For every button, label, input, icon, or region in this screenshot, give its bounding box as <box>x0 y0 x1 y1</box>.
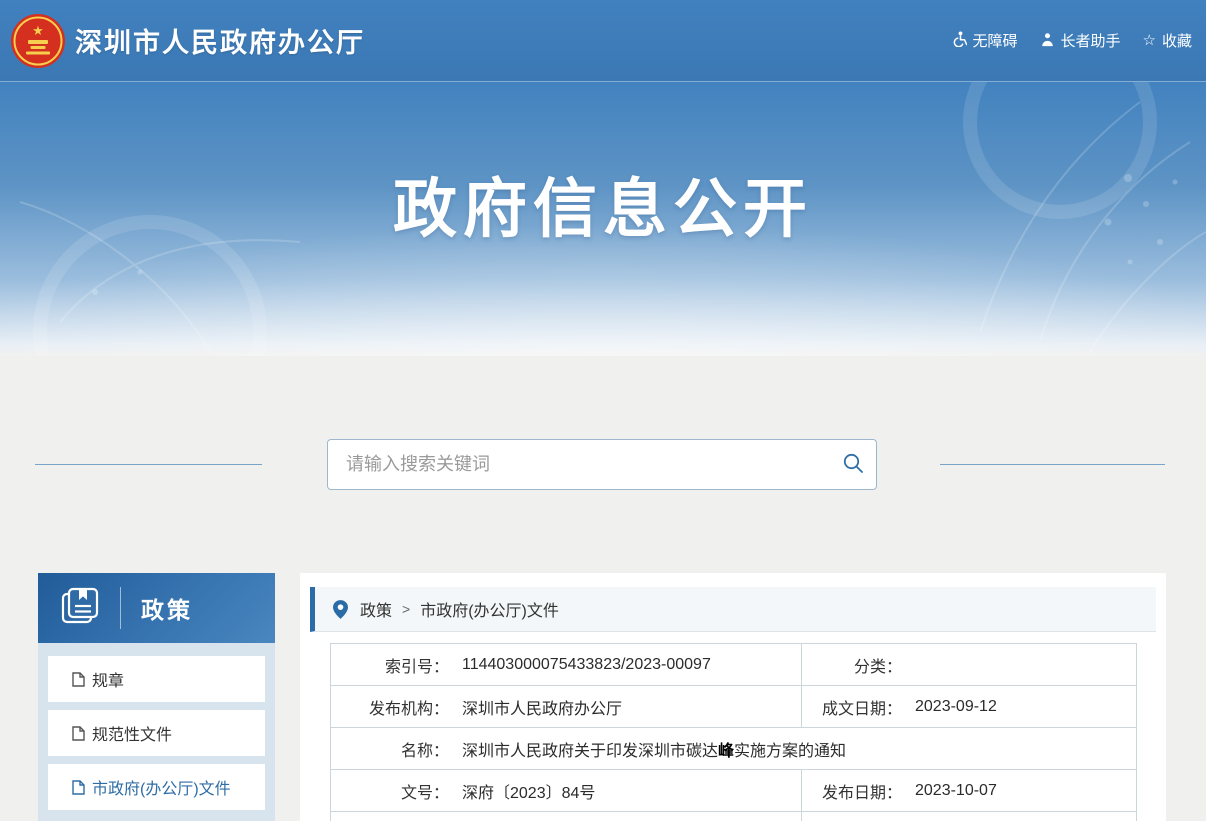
breadcrumb-item-municipal-documents[interactable]: 市政府(办公厅)文件 <box>420 597 559 621</box>
favorite-link[interactable]: ☆ 收藏 <box>1143 30 1192 51</box>
topbar: ★ 深圳市人民政府办公厅 无障碍 长者助 <box>0 0 1206 82</box>
document-icon <box>72 726 85 741</box>
topbar-links: 无障碍 长者助手 ☆ 收藏 <box>951 30 1193 51</box>
breadcrumb-separator: > <box>402 601 410 617</box>
sidebar-menu: 规章 规范性文件 市政府(办公厅)文件 <box>38 643 275 810</box>
document-number-value: 深府〔2023〕84号 <box>462 779 595 803</box>
breadcrumb-item-policy[interactable]: 政策 <box>360 597 392 621</box>
partial-cell <box>802 812 1137 821</box>
sidebar-header-label: 政策 <box>141 591 193 625</box>
publish-date-cell: 发布日期： 2023-10-07 <box>802 770 1137 812</box>
sidebar-header-divider <box>120 587 121 629</box>
table-row: 发布机构： 深圳市人民政府办公厅 成文日期： 2023-09-12 <box>331 686 1137 728</box>
search-right-divider <box>940 464 1165 465</box>
sidebar-item-label: 规范性文件 <box>92 721 172 745</box>
elder-assistant-link[interactable]: 长者助手 <box>1040 30 1121 51</box>
table-row-partial <box>331 812 1137 821</box>
issue-date-cell: 成文日期： 2023-09-12 <box>802 686 1137 728</box>
document-number-label: 文号： <box>331 779 449 803</box>
document-number-cell: 文号： 深府〔2023〕84号 <box>331 770 802 812</box>
sidebar-item-regulations[interactable]: 规章 <box>48 656 265 702</box>
document-icon <box>72 672 85 687</box>
sidebar-item-label: 市政府(办公厅)文件 <box>92 775 231 799</box>
search-input[interactable] <box>328 440 830 489</box>
category-cell: 分类： <box>802 644 1137 686</box>
issuing-agency-value: 深圳市人民政府办公厅 <box>462 695 622 719</box>
svg-text:★: ★ <box>32 23 44 38</box>
issue-date-value: 2023-09-12 <box>915 698 997 716</box>
sidebar: 政策 规章 规范性文件 市政府(办公厅)文件 <box>38 573 275 821</box>
national-emblem-logo: ★ <box>9 12 67 70</box>
partial-cell <box>331 812 802 821</box>
sidebar-item-label: 规章 <box>92 667 124 691</box>
title-label: 名称： <box>331 737 449 761</box>
document-metadata-table: 索引号： 114403000075433823/2023-00097 分类： 发… <box>330 643 1137 821</box>
accessibility-label: 无障碍 <box>973 30 1018 51</box>
book-icon <box>60 587 102 630</box>
table-row: 名称： 深圳市人民政府关于印发深圳市碳达峰实施方案的通知 <box>331 728 1137 770</box>
accessibility-icon <box>951 31 967 50</box>
location-pin-icon <box>333 600 348 619</box>
sidebar-header-policy[interactable]: 政策 <box>38 573 275 643</box>
star-icon: ☆ <box>1143 33 1156 48</box>
table-row: 文号： 深府〔2023〕84号 发布日期： 2023-10-07 <box>331 770 1137 812</box>
publish-date-value: 2023-10-07 <box>915 782 997 800</box>
site-title: 深圳市人民政府办公厅 <box>75 21 365 60</box>
highlighted-keyword: 峰 <box>718 743 734 760</box>
sidebar-item-municipal-government-documents[interactable]: 市政府(办公厅)文件 <box>48 764 265 810</box>
sidebar-item-normative-documents[interactable]: 规范性文件 <box>48 710 265 756</box>
issuing-agency-cell: 发布机构： 深圳市人民政府办公厅 <box>331 686 802 728</box>
index-number-label: 索引号： <box>331 653 449 677</box>
index-number-cell: 索引号： 114403000075433823/2023-00097 <box>331 644 802 686</box>
page-title: 政府信息公开 <box>0 158 1206 250</box>
banner: 政府信息公开 <box>0 82 1206 356</box>
category-label: 分类： <box>802 653 902 677</box>
title-cell: 名称： 深圳市人民政府关于印发深圳市碳达峰实施方案的通知 <box>331 728 1137 770</box>
elder-assistant-label: 长者助手 <box>1061 30 1121 51</box>
favorite-label: 收藏 <box>1162 30 1192 51</box>
elder-icon <box>1040 32 1055 50</box>
search-button[interactable] <box>830 440 876 489</box>
search-left-divider <box>35 464 262 465</box>
breadcrumb: 政策 > 市政府(办公厅)文件 <box>310 587 1156 632</box>
accessibility-link[interactable]: 无障碍 <box>951 30 1018 51</box>
index-number-value: 114403000075433823/2023-00097 <box>462 656 711 674</box>
content-panel: 政策 > 市政府(办公厅)文件 索引号： 114403000075433823/… <box>300 573 1166 821</box>
issuing-agency-label: 发布机构： <box>331 695 449 719</box>
search-icon <box>843 453 864 477</box>
document-icon <box>72 780 85 795</box>
table-row: 索引号： 114403000075433823/2023-00097 分类： <box>331 644 1137 686</box>
search-bar <box>327 439 877 490</box>
issue-date-label: 成文日期： <box>802 695 902 719</box>
publish-date-label: 发布日期： <box>802 779 902 803</box>
title-value: 深圳市人民政府关于印发深圳市碳达峰实施方案的通知 <box>462 737 846 761</box>
